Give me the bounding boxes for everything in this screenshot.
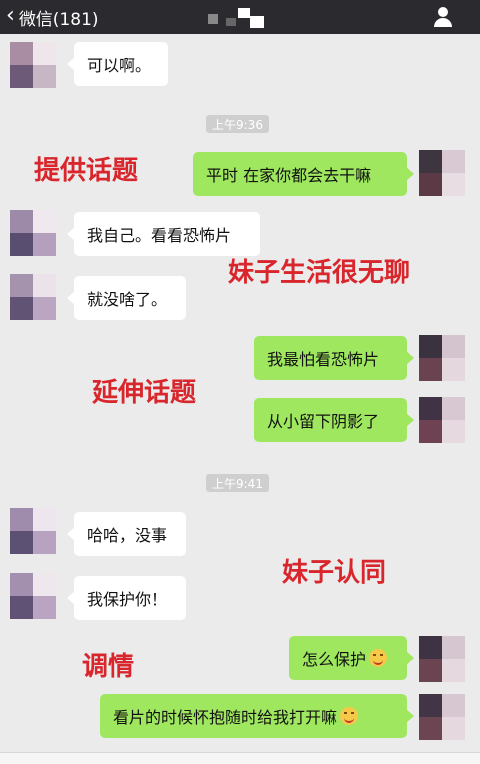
message-text: 我保护你！ <box>87 590 168 609</box>
avatar[interactable] <box>419 694 465 740</box>
input-bar <box>0 752 480 764</box>
avatar[interactable] <box>10 274 56 320</box>
message-bubble[interactable]: 就没啥了。 <box>67 276 186 320</box>
message-bubble[interactable]: 怎么保护 <box>289 636 414 680</box>
smile-emoji-icon <box>340 707 359 725</box>
message-text: 从小留下阴影了 <box>267 412 380 431</box>
avatar[interactable] <box>419 397 465 443</box>
avatar[interactable] <box>10 42 56 88</box>
back-button[interactable]: ‹ 微信(181) <box>6 0 99 34</box>
annotation-label: 调情 <box>82 652 135 682</box>
message-text: 哈哈，没事 <box>87 526 168 545</box>
avatar[interactable] <box>10 573 56 619</box>
title-bar: ‹ 微信(181) <box>0 0 480 34</box>
message-bubble[interactable]: 可以啊。 <box>67 42 168 86</box>
message-bubble[interactable]: 从小留下阴影了 <box>254 398 414 442</box>
smile-emoji-icon <box>369 649 388 667</box>
message-text: 我最怕看恐怖片 <box>267 350 380 369</box>
message-text: 就没啥了。 <box>87 290 168 309</box>
back-label: 微信(181) <box>18 9 99 30</box>
chevron-left-icon: ‹ <box>6 3 15 28</box>
mosaic-chat-name <box>208 8 266 28</box>
annotation-label: 延伸话题 <box>92 378 197 408</box>
message-text: 可以啊。 <box>87 56 152 75</box>
avatar[interactable] <box>10 210 56 256</box>
message-bubble[interactable]: 我自己。看看恐怖片 <box>67 212 260 256</box>
avatar[interactable] <box>419 636 465 682</box>
message-bubble[interactable]: 我保护你！ <box>67 576 186 620</box>
message-text: 怎么保护 <box>302 650 367 669</box>
avatar[interactable] <box>419 150 465 196</box>
avatar[interactable] <box>419 335 465 381</box>
message-text: 平时 在家你都会去干嘛 <box>206 166 372 185</box>
message-bubble[interactable]: 哈哈，没事 <box>67 512 186 556</box>
annotation-label: 妹子生活很无聊 <box>228 258 411 288</box>
annotation-label: 妹子认同 <box>282 558 387 588</box>
chat-info-icon[interactable] <box>432 6 454 28</box>
timestamp: 上午9:36 <box>206 115 269 133</box>
message-text: 看片的时候怀抱随时给我打开嘛 <box>113 708 338 727</box>
annotation-label: 提供话题 <box>34 156 139 186</box>
avatar[interactable] <box>10 508 56 554</box>
message-bubble[interactable]: 看片的时候怀抱随时给我打开嘛 <box>100 694 414 738</box>
message-text: 我自己。看看恐怖片 <box>87 226 232 245</box>
message-bubble[interactable]: 我最怕看恐怖片 <box>254 336 414 380</box>
timestamp: 上午9:41 <box>206 474 269 492</box>
message-bubble[interactable]: 平时 在家你都会去干嘛 <box>193 152 414 196</box>
